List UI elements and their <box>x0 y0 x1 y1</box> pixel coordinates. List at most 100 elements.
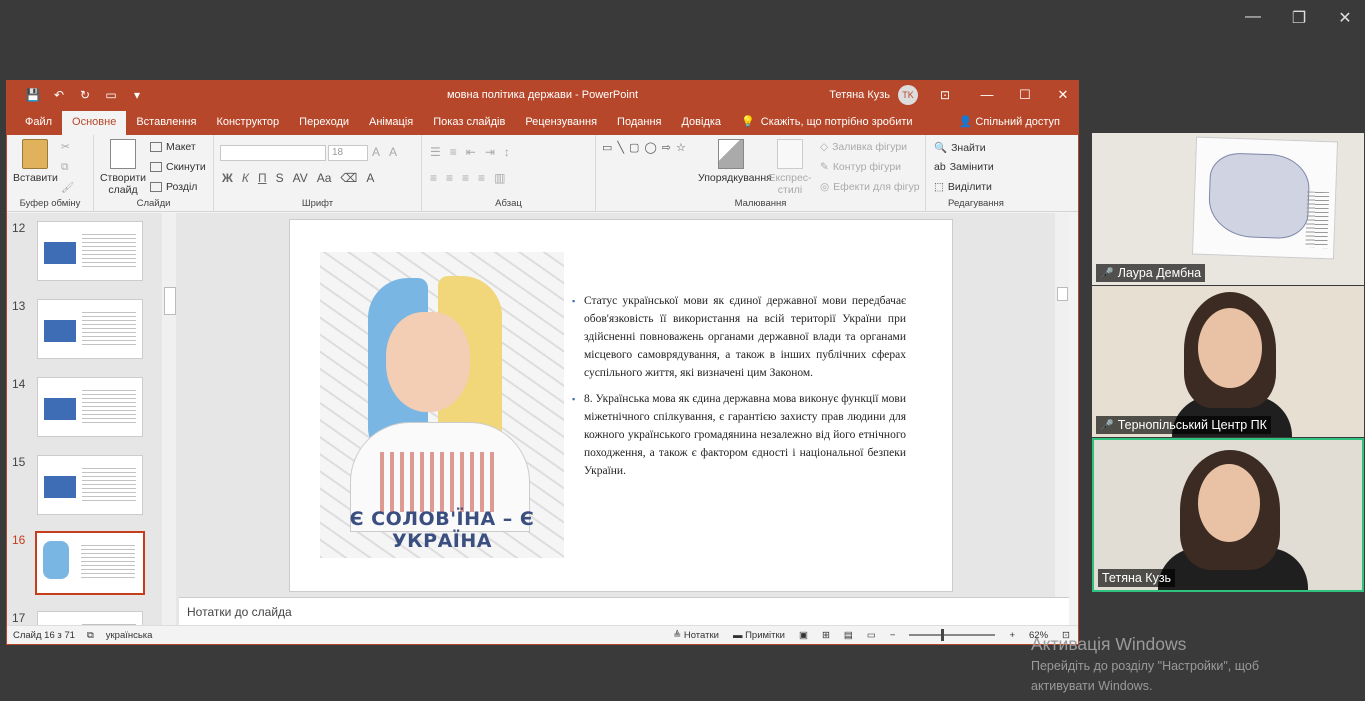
notes-pane[interactable]: Нотатки до слайда <box>179 597 1069 627</box>
present-icon[interactable]: ▭ <box>103 88 119 102</box>
case-icon[interactable]: Aa <box>317 171 332 185</box>
thumbnail-scrollbar[interactable] <box>162 213 176 627</box>
close-icon[interactable]: ✕ <box>1056 87 1070 103</box>
comments-toggle[interactable]: ▬ Примітки <box>733 630 785 641</box>
oval-icon[interactable]: ◯ <box>644 141 656 154</box>
tab-design[interactable]: Конструктор <box>206 111 289 135</box>
tab-review[interactable]: Рецензування <box>515 111 607 135</box>
arrow-icon[interactable]: ⇨ <box>662 141 671 154</box>
shape-effects-button[interactable]: ◎ Ефекти для фігур <box>820 181 920 193</box>
new-slide-button[interactable]: Створити слайд <box>98 139 148 196</box>
minimize-icon[interactable]: — <box>980 87 994 103</box>
replace-button[interactable]: ab Замінити <box>934 161 994 173</box>
font-size-field[interactable]: 18 <box>328 145 368 161</box>
italic-icon[interactable]: К <box>242 171 249 185</box>
participant-video-active-speaker[interactable]: Тетяна Кузь <box>1092 438 1364 592</box>
line-spacing-icon[interactable]: ↕ <box>504 145 510 159</box>
shapes-gallery[interactable]: ▭ ╲ ▢ ◯ ⇨ ☆ <box>602 141 686 154</box>
share-button[interactable]: 👤 Спільний доступ <box>959 111 1078 135</box>
slide-text-box[interactable]: Статус української мови як єдиної держав… <box>572 292 906 488</box>
reading-view-icon[interactable]: ▤ <box>844 630 853 641</box>
grow-font-icon[interactable]: A <box>372 145 380 159</box>
align-right-icon[interactable]: ≡ <box>462 171 469 185</box>
arrange-button[interactable]: Упорядкування <box>698 139 772 184</box>
zoom-in-icon[interactable]: + <box>1009 630 1015 641</box>
justify-icon[interactable]: ≡ <box>478 171 485 185</box>
spacing-icon[interactable]: AV <box>293 171 308 185</box>
tab-help[interactable]: Довідка <box>671 111 731 135</box>
spellcheck-icon[interactable]: ⧉ <box>87 630 94 641</box>
bold-icon[interactable]: Ж <box>222 171 233 185</box>
tab-home[interactable]: Основне <box>62 111 127 135</box>
notes-toggle[interactable]: ≜ Нотатки <box>673 630 719 641</box>
section-button[interactable]: Розділ <box>150 181 197 193</box>
account[interactable]: Тетяна Кузь TK <box>829 85 918 105</box>
participant-video[interactable]: 🎤 Тернопільський Центр ПК <box>1092 286 1364 437</box>
scroll-thumb[interactable] <box>1057 287 1068 301</box>
tab-file[interactable]: Файл <box>15 111 62 135</box>
replace-icon: ab <box>934 161 946 173</box>
tab-transitions[interactable]: Переходи <box>289 111 359 135</box>
quick-styles-button[interactable]: Експрес-стилі <box>766 139 814 196</box>
tab-animations[interactable]: Анімація <box>359 111 423 135</box>
underline-icon[interactable]: П <box>258 171 267 185</box>
format-painter-icon[interactable]: 🖌 <box>61 181 74 194</box>
scroll-thumb[interactable] <box>164 287 176 315</box>
strikethrough-icon[interactable]: S <box>276 171 284 185</box>
participant-name: Тетяна Кузь <box>1102 571 1172 585</box>
clear-format-icon[interactable]: ⌫ <box>340 171 357 185</box>
align-center-icon[interactable]: ≡ <box>446 171 453 185</box>
editor-scrollbar[interactable] <box>1055 213 1069 597</box>
numbering-icon[interactable]: ≡ <box>450 145 457 159</box>
slide-canvas[interactable]: Є СОЛОВ'ЇНА – Є УКРАЇНА Статус українськ… <box>289 219 953 592</box>
thumbnail-slide[interactable]: 14 <box>7 377 167 441</box>
slide-thumbnails-pane: 12 13 14 15 16 17 <box>7 213 179 627</box>
shape-outline-button[interactable]: ✎ Контур фігури <box>820 161 901 173</box>
shape-fill-button[interactable]: ◇ Заливка фігури <box>820 141 907 153</box>
ribbon-display-options-icon[interactable]: ⊡ <box>940 88 950 102</box>
language-indicator[interactable]: українська <box>106 630 153 641</box>
paste-button[interactable]: Вставити <box>13 139 58 184</box>
slide-sorter-icon[interactable]: ⊞ <box>822 630 830 641</box>
reset-button[interactable]: Скинути <box>150 161 206 173</box>
group-clipboard: Вставити ✂ ⧉ 🖌 Буфер обміну <box>7 135 94 211</box>
close-icon[interactable]: ✕ <box>1335 8 1355 28</box>
zoom-out-icon[interactable]: − <box>890 630 896 641</box>
restore-icon[interactable]: ❐ <box>1289 8 1309 28</box>
outdent-icon[interactable]: ⇥ <box>485 145 495 159</box>
tell-me-search[interactable]: 💡 Скажіть, що потрібно зробити <box>731 111 923 135</box>
star-icon[interactable]: ☆ <box>676 141 686 154</box>
thumbnail-slide-selected[interactable]: 16 <box>7 531 167 597</box>
rect-icon[interactable]: ▢ <box>629 141 639 154</box>
copy-icon[interactable]: ⧉ <box>61 161 69 174</box>
tab-view[interactable]: Подання <box>607 111 671 135</box>
slideshow-icon[interactable]: ▭ <box>867 630 876 641</box>
find-button[interactable]: 🔍 Знайти <box>934 141 986 155</box>
indent-icon[interactable]: ⇤ <box>466 145 476 159</box>
redo-icon[interactable]: ↻ <box>77 88 93 102</box>
select-button[interactable]: ⬚ Виділити <box>934 181 992 193</box>
customize-qat-icon[interactable]: ▾ <box>129 88 145 102</box>
thumbnail-slide[interactable]: 15 <box>7 455 167 519</box>
undo-icon[interactable]: ↶ <box>51 88 67 102</box>
maximize-icon[interactable]: ☐ <box>1018 87 1032 103</box>
cut-icon[interactable]: ✂ <box>61 141 70 153</box>
line-icon[interactable]: ╲ <box>617 141 624 154</box>
normal-view-icon[interactable]: ▣ <box>799 630 808 641</box>
zoom-slider[interactable] <box>909 629 996 641</box>
columns-icon[interactable]: ▥ <box>494 171 505 185</box>
shrink-font-icon[interactable]: A <box>389 145 397 159</box>
thumbnail-slide[interactable]: 13 <box>7 299 167 363</box>
font-name-field[interactable] <box>220 145 326 161</box>
bullets-icon[interactable]: ☰ <box>430 145 441 159</box>
textbox-icon[interactable]: ▭ <box>602 141 612 154</box>
align-left-icon[interactable]: ≡ <box>430 171 437 185</box>
save-icon[interactable]: 💾 <box>25 88 41 102</box>
minimize-icon[interactable]: — <box>1243 8 1263 28</box>
tab-slideshow[interactable]: Показ слайдів <box>423 111 515 135</box>
participant-video[interactable]: 🎤 Лаура Дембна <box>1092 133 1364 285</box>
font-color-icon[interactable]: A <box>366 171 374 185</box>
layout-button[interactable]: Макет <box>150 141 196 153</box>
thumbnail-slide[interactable]: 12 <box>7 221 167 285</box>
tab-insert[interactable]: Вставлення <box>126 111 206 135</box>
